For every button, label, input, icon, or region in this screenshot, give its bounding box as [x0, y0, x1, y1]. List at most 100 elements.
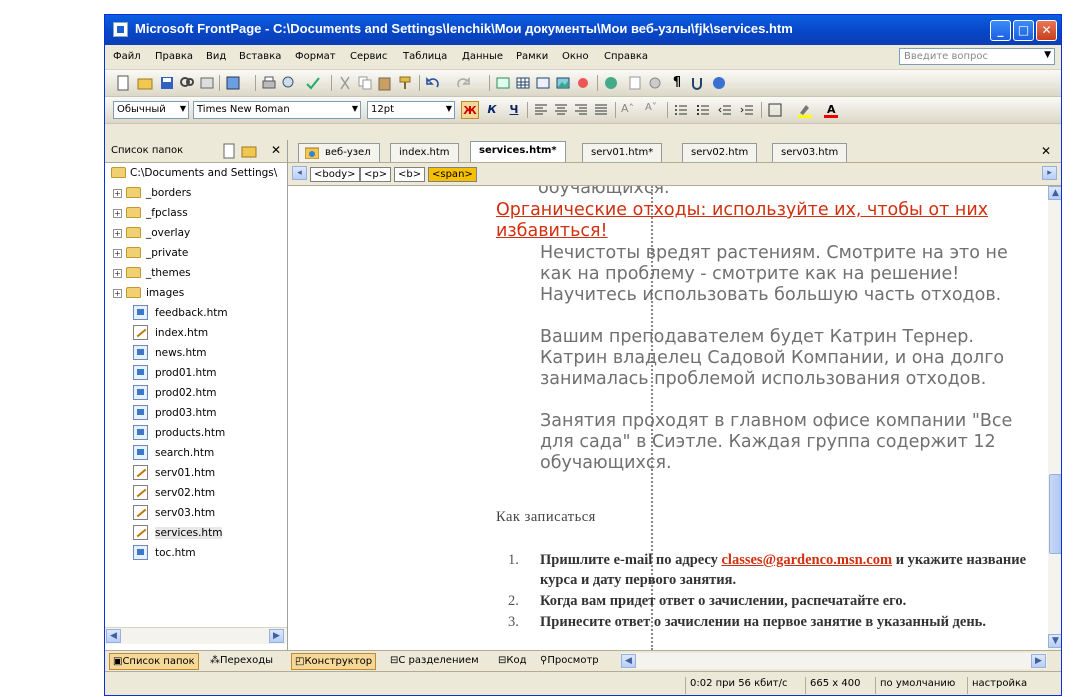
tree-folder[interactable]: + _borders: [105, 183, 287, 203]
help-icon[interactable]: [711, 75, 727, 91]
scroll-left-icon[interactable]: ◂: [292, 166, 307, 180]
increase-indent-icon[interactable]: [739, 102, 755, 118]
maximize-button[interactable]: □: [1013, 20, 1034, 41]
menu-view[interactable]: Вид: [206, 51, 226, 62]
stop-icon[interactable]: [647, 75, 663, 91]
save-icon[interactable]: [159, 75, 175, 91]
menu-tools[interactable]: Сервис: [350, 51, 387, 62]
decrease-font-icon[interactable]: A˅: [645, 102, 661, 118]
find-icon[interactable]: [179, 75, 195, 91]
tree-file[interactable]: serv02.htm: [105, 483, 287, 503]
font-color-icon[interactable]: A: [823, 102, 839, 118]
tree-file[interactable]: index.htm: [105, 323, 287, 343]
tree-root[interactable]: C:\Documents and Settings\: [105, 163, 287, 183]
code-view-tab[interactable]: ⊟Код: [495, 653, 530, 670]
menu-table[interactable]: Таблица: [403, 51, 447, 62]
ask-question-box[interactable]: Введите вопрос ▼: [899, 48, 1055, 65]
page-size[interactable]: 665 x 400: [805, 677, 864, 694]
quick-tag-p[interactable]: <p>: [360, 167, 392, 182]
print-icon[interactable]: [261, 75, 277, 91]
close-document-icon[interactable]: ✕: [1041, 144, 1051, 158]
increase-font-icon[interactable]: A˄: [621, 102, 637, 118]
expand-icon[interactable]: +: [113, 269, 122, 278]
preview-icon[interactable]: [281, 75, 297, 91]
undo-icon[interactable]: [425, 75, 441, 91]
insert-layer-icon[interactable]: [495, 75, 511, 91]
frontpage-app-icon[interactable]: [113, 22, 128, 37]
expand-icon[interactable]: +: [113, 249, 122, 258]
tab-serv03[interactable]: serv03.htm: [772, 143, 848, 162]
tree-file[interactable]: prod01.htm: [105, 363, 287, 383]
expand-icon[interactable]: +: [113, 209, 122, 218]
highlight-icon[interactable]: [797, 102, 813, 118]
tab-serv02[interactable]: serv02.htm: [682, 143, 758, 162]
tree-file[interactable]: serv03.htm: [105, 503, 287, 523]
tree-file[interactable]: feedback.htm: [105, 303, 287, 323]
menu-window[interactable]: Окно: [562, 51, 589, 62]
scroll-down-icon[interactable]: ▼: [1048, 634, 1061, 648]
scroll-up-icon[interactable]: ▲: [1048, 186, 1061, 200]
align-center-icon[interactable]: [553, 102, 569, 118]
menu-file[interactable]: Файл: [113, 51, 141, 62]
scroll-right-icon[interactable]: ▸: [1042, 166, 1057, 180]
italic-button[interactable]: К: [483, 101, 501, 119]
tab-index[interactable]: index.htm: [390, 143, 459, 162]
tree-folder[interactable]: + _fpclass: [105, 203, 287, 223]
default-mode[interactable]: по умолчанию: [875, 677, 959, 694]
menu-insert[interactable]: Вставка: [239, 51, 281, 62]
publish-icon[interactable]: [199, 75, 215, 91]
underline-button[interactable]: Ч: [505, 101, 523, 119]
font-dropdown[interactable]: Times New Roman ▼: [193, 101, 361, 119]
tree-folder[interactable]: + _private: [105, 243, 287, 263]
scroll-right-icon[interactable]: ▶: [1031, 654, 1046, 668]
new-page-icon[interactable]: [221, 143, 237, 159]
quick-tag-span[interactable]: <span>: [428, 167, 477, 182]
chevron-down-icon[interactable]: ▼: [1044, 50, 1051, 60]
tree-file[interactable]: news.htm: [105, 343, 287, 363]
align-left-icon[interactable]: [533, 102, 549, 118]
chevron-down-icon[interactable]: ▼: [352, 104, 358, 113]
numbered-list-icon[interactable]: [673, 102, 689, 118]
menu-data[interactable]: Данные: [462, 51, 503, 62]
drawing-icon[interactable]: [575, 75, 591, 91]
spelling-icon[interactable]: [305, 75, 321, 91]
tab-web-site[interactable]: веб-узел: [298, 143, 380, 162]
chevron-down-icon[interactable]: ▼: [446, 104, 452, 113]
menu-format[interactable]: Формат: [295, 51, 336, 62]
preview-tab[interactable]: ⚲Просмотр: [537, 653, 602, 670]
folder-list-tab[interactable]: ▣Список папок: [109, 653, 199, 670]
editor-vertical-scrollbar[interactable]: ▲ ▼: [1048, 186, 1061, 650]
new-folder-icon[interactable]: [241, 143, 257, 159]
tree-file[interactable]: prod03.htm: [105, 403, 287, 423]
design-view-editor[interactable]: обучающихся. Органические отходы: исполь…: [288, 186, 1048, 650]
tree-file[interactable]: prod02.htm: [105, 383, 287, 403]
style-dropdown[interactable]: Обычный ▼: [113, 101, 189, 119]
expand-icon[interactable]: +: [113, 189, 122, 198]
insert-table-icon[interactable]: [515, 75, 531, 91]
format-painter-icon[interactable]: [397, 75, 413, 91]
tree-folder[interactable]: + _overlay: [105, 223, 287, 243]
quick-tag-body[interactable]: <body>: [310, 167, 360, 182]
copy-icon[interactable]: [357, 75, 373, 91]
insert-picture-icon[interactable]: [555, 75, 571, 91]
scroll-right-icon[interactable]: ▶: [269, 629, 284, 643]
close-icon[interactable]: ✕: [271, 143, 281, 157]
email-link[interactable]: classes@gardenco.msn.com: [722, 552, 893, 568]
tree-file[interactable]: toc.htm: [105, 543, 287, 563]
decrease-indent-icon[interactable]: [717, 102, 733, 118]
tree-file[interactable]: serv01.htm: [105, 463, 287, 483]
justify-icon[interactable]: [593, 102, 609, 118]
bulleted-list-icon[interactable]: [695, 102, 711, 118]
tree-folder[interactable]: + _themes: [105, 263, 287, 283]
expand-icon[interactable]: +: [113, 229, 122, 238]
editor-horizontal-scrollbar[interactable]: ◀ ▶: [621, 653, 1047, 669]
menu-edit[interactable]: Правка: [155, 51, 193, 62]
split-view-tab[interactable]: ⊟С разделением: [387, 653, 482, 670]
custom-mode[interactable]: настройка: [967, 677, 1031, 694]
close-button[interactable]: ✕: [1036, 20, 1057, 41]
scroll-left-icon[interactable]: ◀: [106, 629, 121, 643]
scroll-thumb[interactable]: [1049, 474, 1061, 554]
font-size-dropdown[interactable]: 12pt ▼: [367, 101, 455, 119]
minimize-button[interactable]: _: [990, 20, 1011, 41]
expand-icon[interactable]: +: [113, 289, 122, 298]
